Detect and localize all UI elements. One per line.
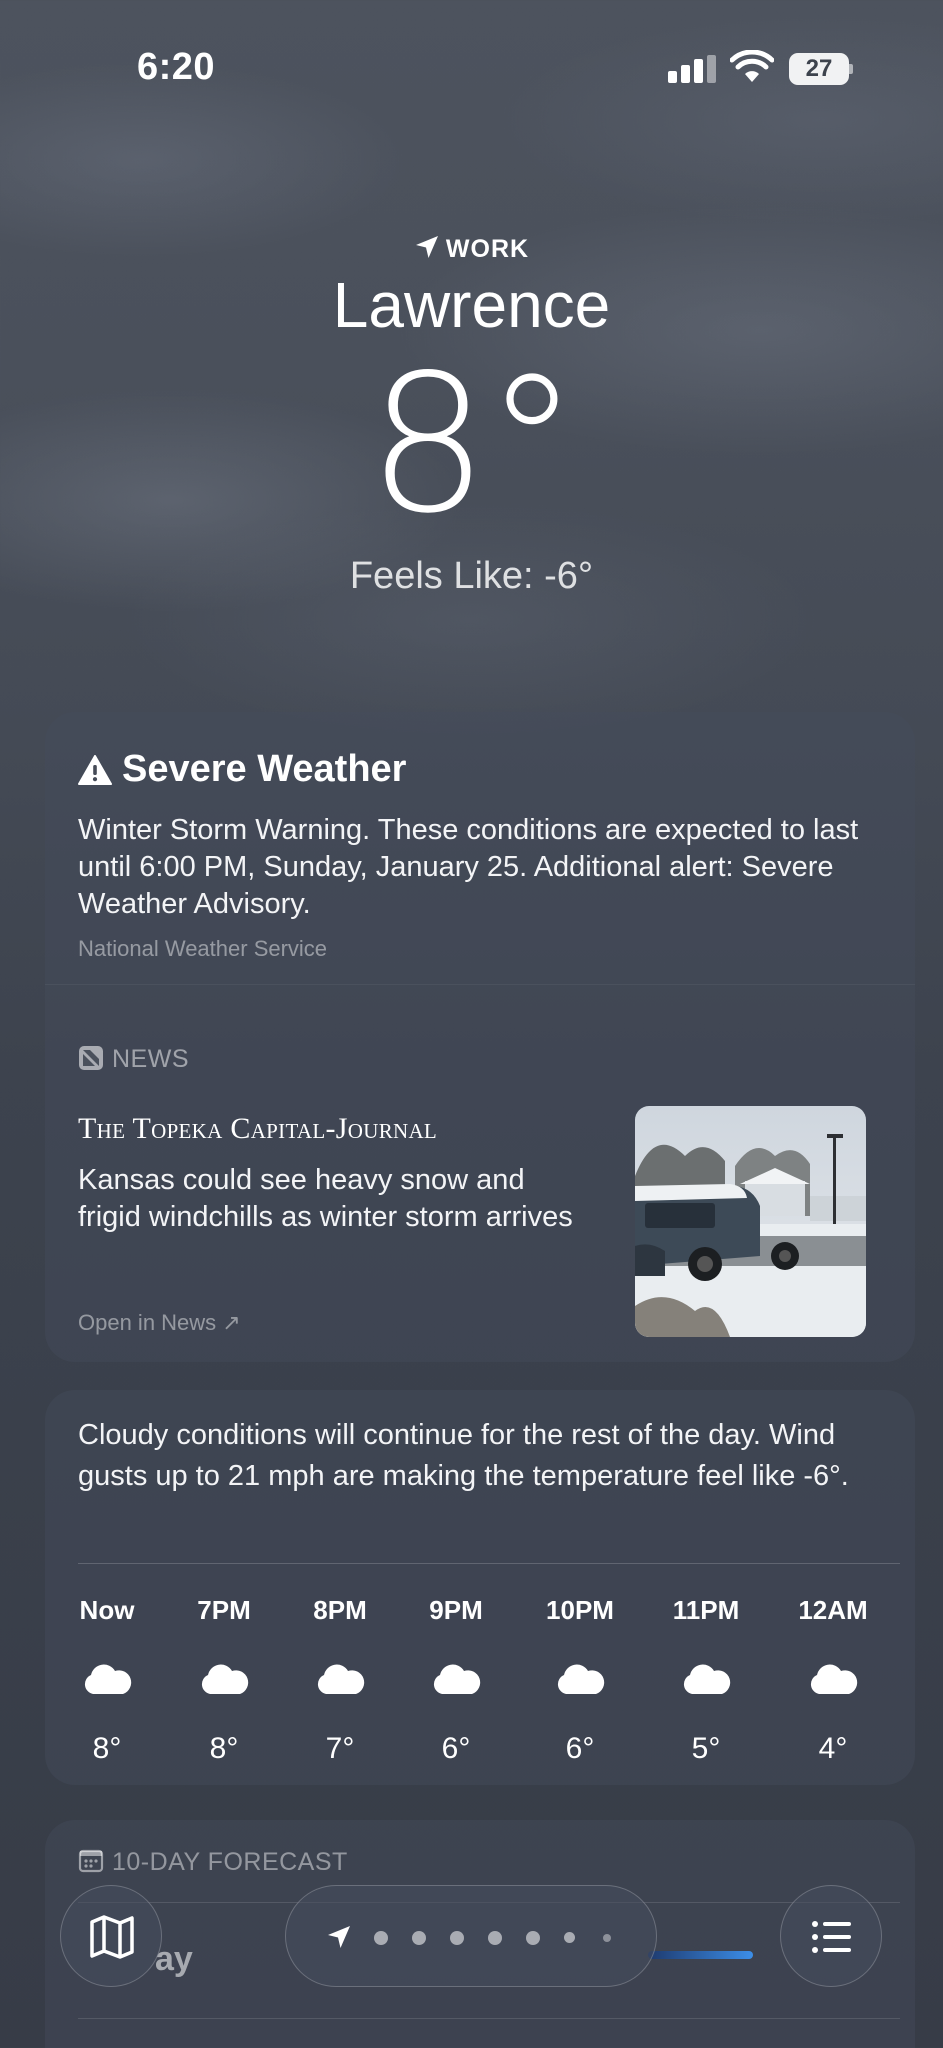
current-temperature: 8° — [367, 334, 580, 555]
hourly-divider — [78, 1563, 900, 1564]
temperature-range-bar — [648, 1951, 753, 1959]
page-dot[interactable] — [603, 1934, 611, 1942]
battery-level: 27 — [789, 53, 849, 85]
location-tag: WORK — [0, 234, 943, 264]
map-button[interactable] — [60, 1885, 162, 1987]
hour-label: 9PM — [429, 1595, 483, 1625]
page-dot[interactable] — [412, 1931, 426, 1945]
hour-temp: 6° — [441, 1732, 471, 1765]
wifi-icon — [730, 50, 774, 82]
page-dot[interactable] — [488, 1931, 502, 1945]
card-divider — [45, 984, 915, 985]
page-indicator[interactable] — [285, 1885, 657, 1987]
news-headline[interactable]: Kansas could see heavy snow and frigid w… — [78, 1162, 578, 1236]
page-dot[interactable] — [450, 1931, 464, 1945]
map-icon — [90, 1915, 134, 1959]
hour-temp: 7° — [325, 1732, 355, 1765]
cloud-icon — [651, 1662, 761, 1702]
forecast-section-label: 10-DAY FORECAST — [78, 1848, 348, 1877]
cloud-icon — [778, 1662, 888, 1702]
location-arrow-icon — [415, 236, 438, 258]
hour-label: 11PM — [672, 1595, 740, 1625]
hour-label: Now — [79, 1595, 135, 1625]
cloud-icon — [525, 1662, 635, 1702]
list-button[interactable] — [780, 1885, 882, 1987]
forecast-row-divider — [78, 2018, 900, 2019]
hour-item: 10PM 6° — [525, 1592, 635, 1766]
cloud-icon — [285, 1662, 395, 1702]
open-in-news-link[interactable]: Open in News ↗ — [78, 1310, 241, 1336]
hourly-forecast-card[interactable]: Cloudy conditions will continue for the … — [45, 1390, 915, 1785]
hour-label: 12AM — [798, 1595, 868, 1625]
cloud-icon — [401, 1662, 511, 1702]
city-name: Lawrence — [332, 269, 611, 341]
status-bar: 6:20 27 — [0, 0, 943, 130]
signal-icon — [668, 55, 716, 83]
alert-title: Severe Weather — [78, 748, 406, 791]
hour-item: 8PM 7° — [285, 1592, 395, 1766]
location-label: WORK — [445, 235, 530, 263]
alert-source: National Weather Service — [78, 936, 328, 961]
news-section-label: NEWS — [78, 1045, 189, 1074]
hour-item: 11PM 5° — [651, 1592, 761, 1766]
hour-label: 10PM — [546, 1595, 614, 1625]
cloud-icon — [169, 1662, 279, 1702]
hour-item: 9PM 6° — [401, 1592, 511, 1766]
location-arrow-icon — [328, 1926, 350, 1948]
news-icon — [79, 1046, 103, 1070]
hour-item: Now 8° — [52, 1592, 162, 1766]
page-dot[interactable] — [374, 1931, 388, 1945]
hour-temp: 6° — [565, 1732, 595, 1765]
page-dot[interactable] — [526, 1931, 540, 1945]
hour-temp: 8° — [92, 1732, 122, 1765]
status-time: 6:20 — [137, 46, 216, 88]
hour-item: 7PM 8° — [169, 1592, 279, 1766]
severe-weather-card[interactable]: Severe Weather Winter Storm Warning. The… — [45, 712, 915, 1362]
news-publisher: The Topeka Capital-Journal — [78, 1112, 438, 1145]
hour-temp: 5° — [691, 1732, 721, 1765]
cloud-icon — [52, 1662, 162, 1702]
hour-label: 8PM — [313, 1595, 367, 1625]
warning-triangle-icon — [78, 755, 112, 785]
alert-body: Winter Storm Warning. These conditions a… — [78, 814, 859, 920]
list-icon — [812, 1921, 851, 1953]
hourly-summary: Cloudy conditions will continue for the … — [78, 1419, 849, 1492]
hour-temp: 8° — [209, 1732, 239, 1765]
feels-like: Feels Like: -6° — [349, 555, 594, 597]
hour-temp: 4° — [818, 1732, 848, 1765]
page-dot[interactable] — [564, 1932, 575, 1943]
hour-label: 7PM — [197, 1595, 251, 1625]
news-thumbnail[interactable] — [635, 1106, 866, 1337]
calendar-icon — [78, 1849, 104, 1873]
battery-icon: 27 — [789, 53, 853, 85]
hour-item: 12AM 4° — [778, 1592, 888, 1766]
